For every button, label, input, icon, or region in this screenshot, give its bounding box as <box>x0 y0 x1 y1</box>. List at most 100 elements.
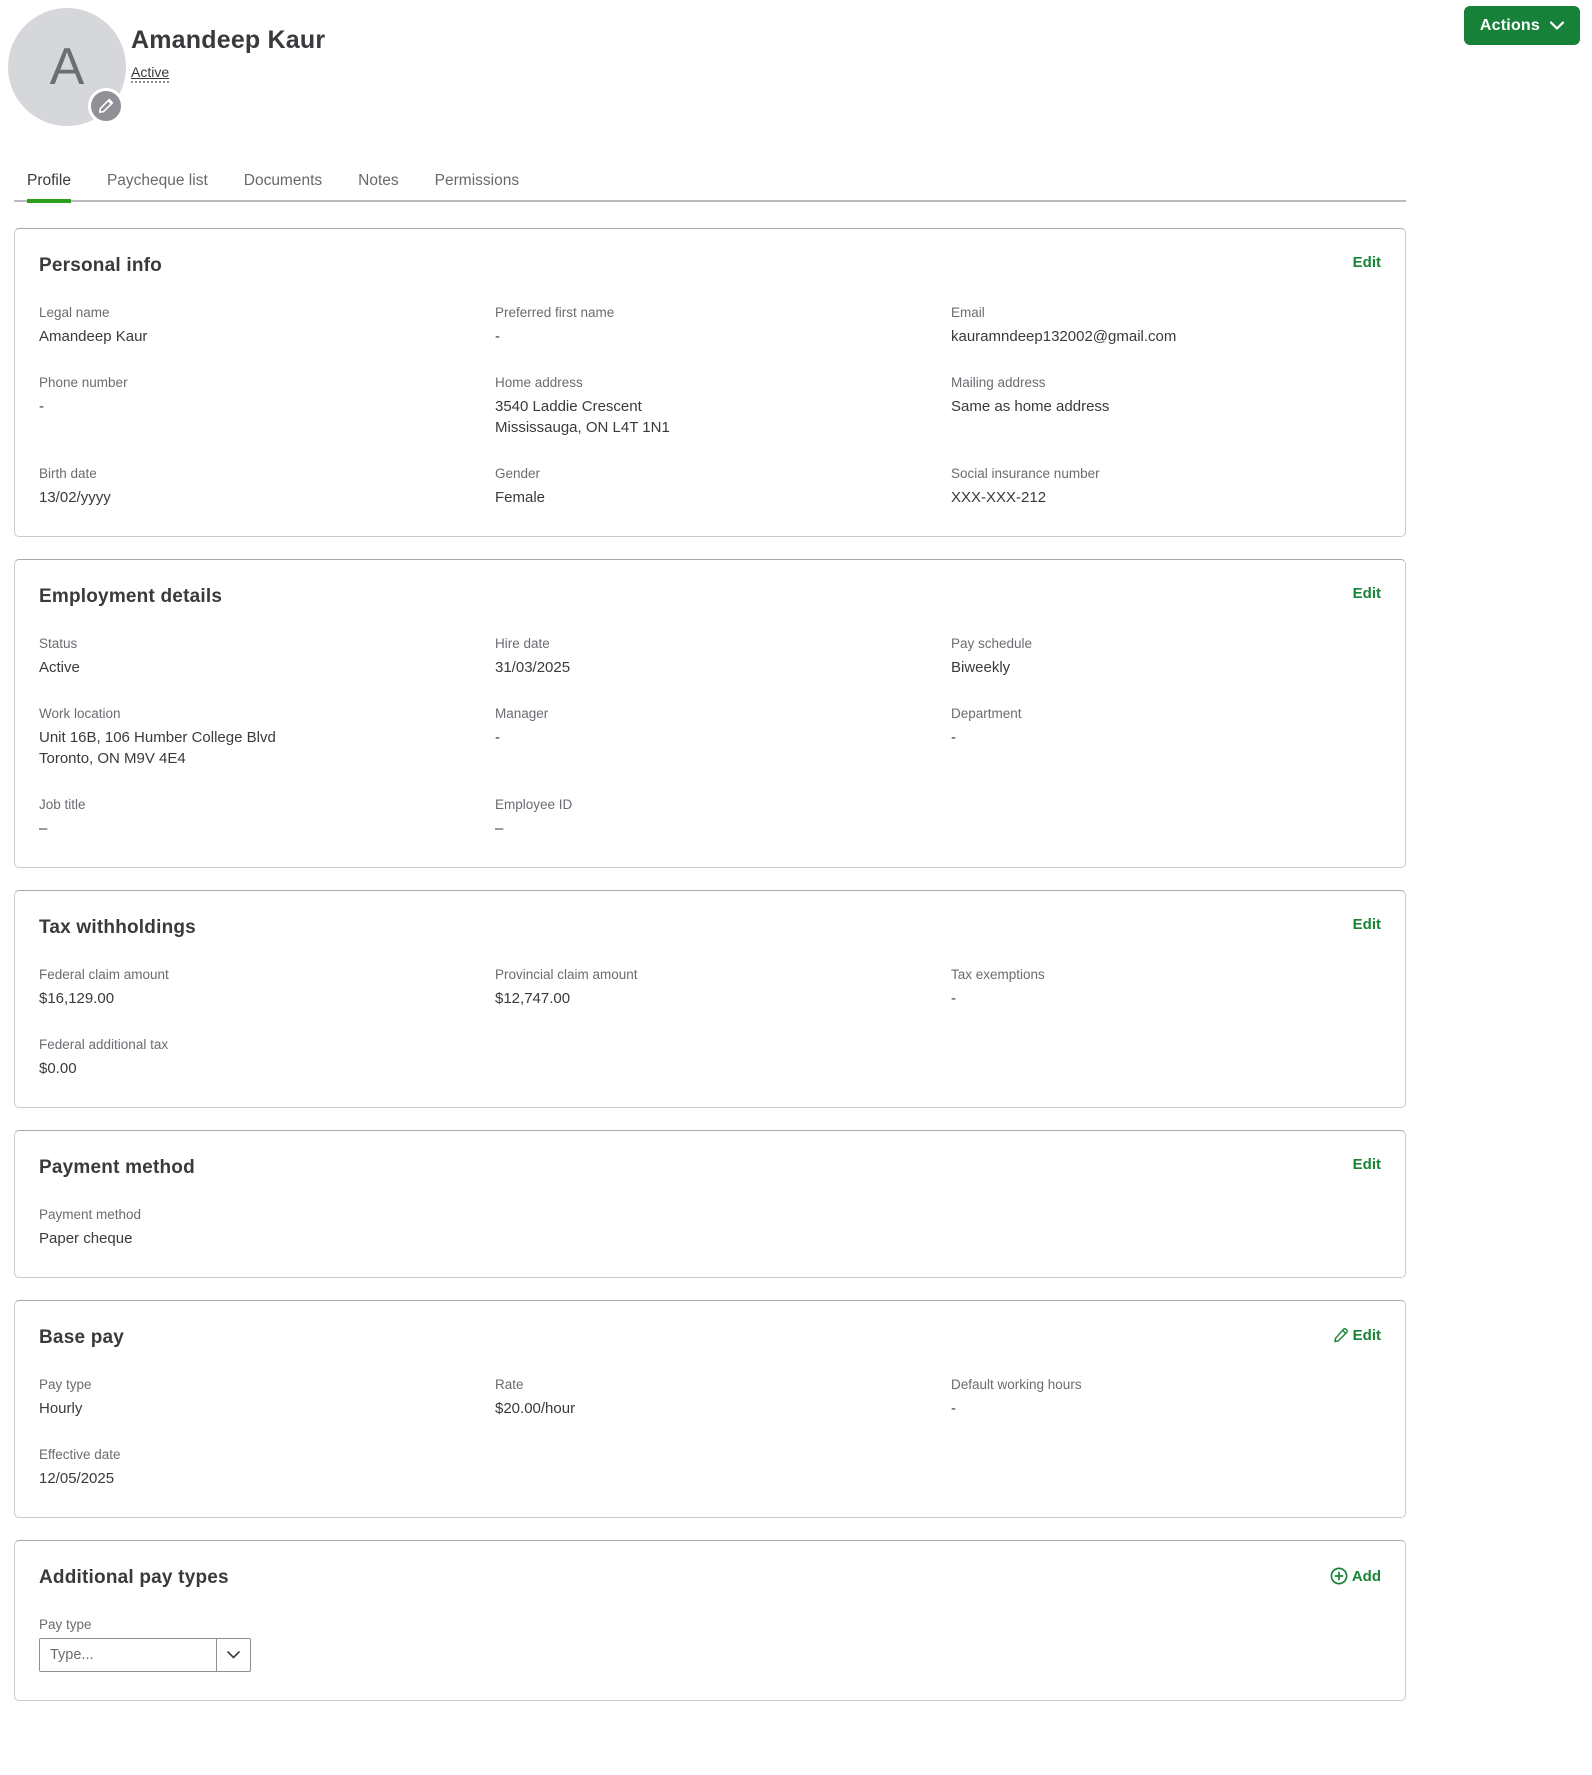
field-value: Female <box>495 489 546 506</box>
section-personal-info: Personal info Edit Legal name Amandeep Kaur… <box>14 228 1406 537</box>
field-value: $20.00/hour <box>495 1400 576 1417</box>
field-value: XXX-XXX-212 <box>951 489 1047 506</box>
field-job-title: Job title – <box>39 797 495 839</box>
chevron-down-icon <box>1550 21 1564 30</box>
tab-notes[interactable]: Notes <box>358 172 399 200</box>
chevron-down-icon <box>216 1639 250 1671</box>
field-value: – <box>495 820 504 837</box>
tab-paycheque-list[interactable]: Paycheque list <box>107 172 208 200</box>
field-value: 3540 Laddie Crescent <box>495 398 642 415</box>
actions-button[interactable]: Actions <box>1463 6 1580 45</box>
section-payment-method: Payment method Edit Payment method Paper ch… <box>14 1130 1406 1278</box>
action-label: Edit <box>1352 1327 1381 1344</box>
field-value: Active <box>39 659 80 676</box>
field-value: $0.00 <box>39 1060 77 1077</box>
field-employee-id: Employee ID – <box>495 797 951 839</box>
actions-button-label: Actions <box>1479 16 1540 34</box>
field-label: Pay type <box>39 1377 92 1392</box>
field-value: - <box>495 729 500 746</box>
section-title-personal-info: Personal info <box>39 255 162 276</box>
section-title-base-pay: Base pay <box>39 1327 125 1348</box>
field-label: Phone number <box>39 375 128 390</box>
section-tax-withholdings: Tax withholdings Edit Federal claim amount… <box>14 890 1406 1108</box>
field-value: Hourly <box>39 1400 83 1417</box>
field-label: Default working hours <box>951 1377 1082 1392</box>
field-gender: Gender Female <box>495 466 951 508</box>
field-value: $16,129.00 <box>39 990 115 1007</box>
field-label: Legal name <box>39 305 110 320</box>
field-value: - <box>39 398 44 415</box>
field-social-insurance-number: Social insurance number XXX-XXX-212 <box>951 466 1381 508</box>
section-title-tax-withholdings: Tax withholdings <box>39 917 196 938</box>
field-label: Provincial claim amount <box>495 967 638 982</box>
field-value: 31/03/2025 <box>495 659 571 676</box>
edit-avatar-button[interactable] <box>88 88 124 124</box>
action-label: Add <box>1351 1567 1381 1585</box>
field-value: Biweekly <box>951 659 1011 676</box>
field-preferred-first-name: Preferred first name - <box>495 305 951 347</box>
field-label: Mailing address <box>951 375 1046 390</box>
card-stack: Personal info Edit Legal name Amandeep Kaur… <box>14 228 1406 1701</box>
field-provincial-claim-amount: Provincial claim amount $12,747.00 <box>495 967 951 1009</box>
action-label: Edit <box>1352 1156 1381 1173</box>
pay-type-select[interactable]: Type... <box>39 1638 251 1672</box>
field-label: Gender <box>495 466 541 481</box>
field-work-location: Work location Unit 16B, 106 Humber Colleg… <box>39 706 495 769</box>
tab-permissions[interactable]: Permissions <box>435 172 519 200</box>
field-value: - <box>951 729 956 746</box>
edit-link-employment-details[interactable]: Edit <box>1353 586 1381 601</box>
field-mailing-address: Mailing address Same as home address <box>951 375 1381 438</box>
field-label: Job title <box>39 797 86 812</box>
tab-bar: Profile Paycheque list Documents Notes P… <box>14 172 1406 203</box>
field-label: Birth date <box>39 466 97 481</box>
field-label: Email <box>951 305 985 320</box>
field-default-working-hours: Default working hours - <box>951 1377 1381 1419</box>
field-value: Same as home address <box>951 398 1110 415</box>
field-value: - <box>951 990 956 1007</box>
section-title-employment-details: Employment details <box>39 586 223 607</box>
field-value: Paper cheque <box>39 1230 133 1247</box>
tab-profile[interactable]: Profile <box>27 172 71 203</box>
edit-link-tax-withholdings[interactable]: Edit <box>1353 917 1381 932</box>
tab-documents[interactable]: Documents <box>244 172 322 200</box>
pay-type-form: Pay type Type... <box>39 1617 1381 1672</box>
field-label: Federal additional tax <box>39 1037 169 1052</box>
field-effective-date: Effective date 12/05/2025 <box>39 1447 495 1489</box>
field-label: Hire date <box>495 636 550 651</box>
field-label: Manager <box>495 706 549 721</box>
edit-link-payment-method[interactable]: Edit <box>1353 1157 1381 1172</box>
field-label: Payment method <box>39 1207 142 1222</box>
section-additional-pay-types: Additional pay types Add Pay type Type... <box>14 1540 1406 1701</box>
action-label: Edit <box>1352 254 1381 271</box>
field-federal-additional-tax: Federal additional tax $0.00 <box>39 1037 495 1079</box>
field-value: - <box>951 1400 956 1417</box>
field-status: Status Active <box>39 636 495 678</box>
field-birth-date: Birth date 13/02/yyyy <box>39 466 495 508</box>
field-rate: Rate $20.00/hour <box>495 1377 951 1419</box>
field-email: Email kauramndeep132002@gmail.com <box>951 305 1381 347</box>
section-title-additional-pay-types: Additional pay types <box>39 1567 229 1588</box>
edit-link-base-pay[interactable]: Edit <box>1332 1327 1381 1344</box>
field-department: Department - <box>951 706 1381 769</box>
field-value: – <box>39 820 48 837</box>
pay-type-label: Pay type <box>39 1617 92 1632</box>
add-link-additional-pay-types[interactable]: Add <box>1330 1567 1381 1585</box>
field-manager: Manager - <box>495 706 951 769</box>
field-label: Department <box>951 706 1022 721</box>
field-home-address: Home address 3540 Laddie Crescent Mississa… <box>495 375 951 438</box>
field-label: Social insurance number <box>951 466 1100 481</box>
field-label: Status <box>39 636 78 651</box>
page-header: A Amandeep Kaur Active Actions <box>0 0 1592 130</box>
section-employment-details: Employment details Edit Status Active Hire d… <box>14 559 1406 868</box>
field-label: Rate <box>495 1377 524 1392</box>
field-phone-number: Phone number - <box>39 375 495 438</box>
field-label: Tax exemptions <box>951 967 1045 982</box>
edit-link-personal-info[interactable]: Edit <box>1353 255 1381 270</box>
field-label: Home address <box>495 375 583 390</box>
pencil-icon <box>98 98 114 114</box>
field-hire-date: Hire date 31/03/2025 <box>495 636 951 678</box>
field-value: Mississauga, ON L4T 1N1 <box>495 419 670 436</box>
status-link[interactable]: Active <box>131 64 170 83</box>
field-value: kauramndeep132002@gmail.com <box>951 328 1177 345</box>
field-label: Employee ID <box>495 797 573 812</box>
